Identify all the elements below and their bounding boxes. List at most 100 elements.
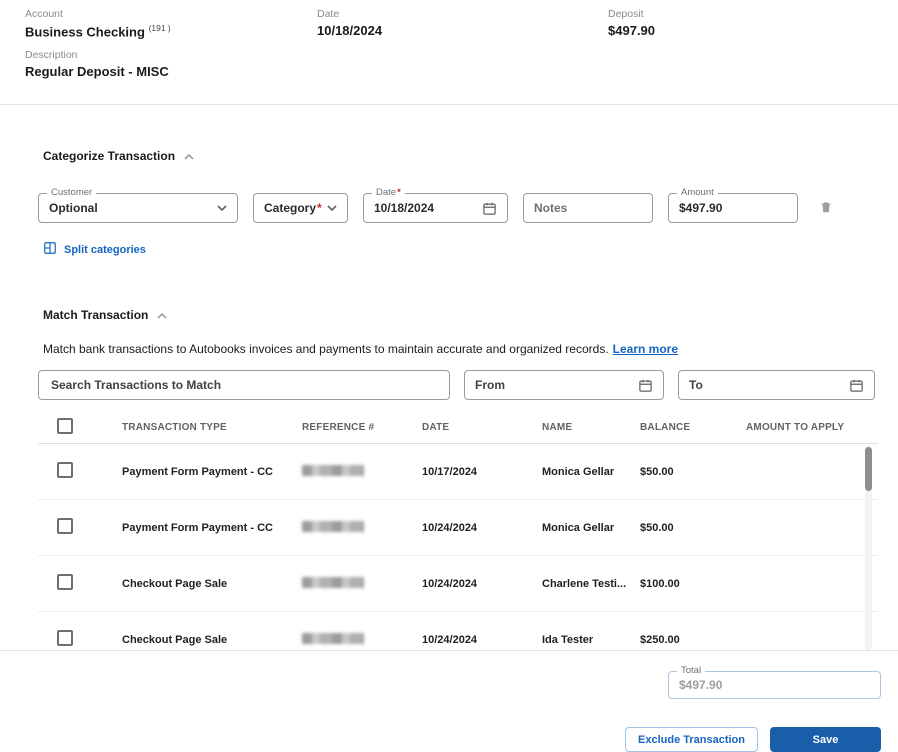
trash-icon xyxy=(819,199,833,218)
reference-cell xyxy=(302,521,422,535)
match-table-body: Payment Form Payment - CC 10/17/2024 Mon… xyxy=(38,444,878,650)
chevron-down-icon[interactable] xyxy=(327,205,337,211)
required-mark: * xyxy=(397,187,401,198)
categorize-form-row: Customer Optional Category* Date* 10/18/… xyxy=(38,193,875,223)
reference-cell xyxy=(302,577,422,591)
row-checkbox-cell xyxy=(57,574,122,593)
balance-cell: $50.00 xyxy=(640,522,746,534)
transaction-type-cell: Payment Form Payment - CC xyxy=(122,522,302,534)
split-categories-label: Split categories xyxy=(64,244,146,256)
scrollbar-thumb[interactable] xyxy=(865,447,872,491)
column-header: TRANSACTION TYPE xyxy=(122,422,302,433)
amount-field-label: Amount xyxy=(677,187,718,198)
notes-input[interactable] xyxy=(524,194,652,222)
row-checkbox[interactable] xyxy=(57,630,73,646)
deposit-label: Deposit xyxy=(608,8,873,20)
column-header: DATE xyxy=(422,422,542,433)
categorize-date-input[interactable]: Date* 10/18/2024 xyxy=(363,193,508,223)
balance-cell: $250.00 xyxy=(640,634,746,646)
description-label: Description xyxy=(25,49,873,61)
to-date-input[interactable] xyxy=(678,370,875,400)
calendar-icon[interactable] xyxy=(638,378,653,393)
date-cell: 10/24/2024 xyxy=(422,578,542,590)
balance-cell: $50.00 xyxy=(640,466,746,478)
amount-field-value: $497.90 xyxy=(679,201,722,215)
account-number-suffix: (191 ) xyxy=(149,23,171,33)
name-cell: Monica Gellar xyxy=(542,466,640,478)
match-section-header[interactable]: Match Transaction xyxy=(43,306,875,324)
total-row: Total $497.90 xyxy=(0,671,898,699)
from-input[interactable] xyxy=(475,371,638,399)
customer-select[interactable]: Customer Optional xyxy=(38,193,238,223)
table-scrollbar[interactable] xyxy=(865,445,872,650)
account-value: Business Checking (191 ) xyxy=(25,23,317,39)
match-table: TRANSACTION TYPEREFERENCE #DATENAMEBALAN… xyxy=(38,412,878,650)
table-row: Payment Form Payment - CC 10/17/2024 Mon… xyxy=(38,444,878,500)
from-date-input[interactable] xyxy=(464,370,664,400)
select-all-checkbox[interactable] xyxy=(57,418,73,434)
name-cell: Charlene Testi... xyxy=(542,578,640,590)
name-cell: Ida Tester xyxy=(542,634,640,646)
date-field-value: 10/18/2024 xyxy=(374,201,434,215)
date-cell: 10/24/2024 xyxy=(422,522,542,534)
categorize-section-header[interactable]: Categorize Transaction xyxy=(43,147,875,165)
search-transactions-input[interactable] xyxy=(38,370,450,400)
amount-field[interactable]: Amount $497.90 xyxy=(668,193,798,223)
chevron-up-icon[interactable] xyxy=(184,147,194,165)
notes-field xyxy=(523,193,653,223)
account-label: Account xyxy=(25,8,317,20)
date-field-label: Date* xyxy=(372,187,405,198)
date-block: Date 10/18/2024 xyxy=(317,8,608,39)
chevron-up-icon[interactable] xyxy=(157,306,167,324)
date-cell: 10/24/2024 xyxy=(422,634,542,646)
learn-more-link[interactable]: Learn more xyxy=(613,342,678,356)
description-value: Regular Deposit - MISC xyxy=(25,64,873,79)
column-header: REFERENCE # xyxy=(302,422,422,433)
account-block: Account Business Checking (191 ) xyxy=(25,8,317,39)
select-all-cell xyxy=(57,418,122,437)
match-search-row xyxy=(38,370,875,400)
reference-cell xyxy=(302,633,422,647)
date-value: 10/18/2024 xyxy=(317,23,608,38)
to-input[interactable] xyxy=(689,371,849,399)
required-mark: * xyxy=(317,201,322,215)
categorize-transaction-section: Categorize Transaction Customer Optional… xyxy=(0,147,898,260)
chevron-down-icon[interactable] xyxy=(217,205,227,211)
match-table-header-row: TRANSACTION TYPEREFERENCE #DATENAMEBALAN… xyxy=(38,412,878,444)
transaction-type-cell: Payment Form Payment - CC xyxy=(122,466,302,478)
total-field: Total $497.90 xyxy=(668,671,881,699)
total-field-label: Total xyxy=(677,665,705,676)
table-row: Payment Form Payment - CC 10/24/2024 Mon… xyxy=(38,500,878,556)
description-block: Description Regular Deposit - MISC xyxy=(0,39,898,79)
split-categories-icon xyxy=(43,241,57,258)
transaction-summary: Account Business Checking (191 ) Date 10… xyxy=(0,0,898,39)
match-section-title: Match Transaction xyxy=(43,308,148,322)
calendar-icon[interactable] xyxy=(849,378,864,393)
split-categories-button[interactable]: Split categories xyxy=(43,241,146,258)
row-checkbox-cell xyxy=(57,462,122,481)
match-transaction-section: Match Transaction Match bank transaction… xyxy=(0,306,898,650)
customer-field-value: Optional xyxy=(49,201,98,215)
redacted-reference xyxy=(302,465,364,476)
deposit-block: Deposit $497.90 xyxy=(608,8,873,39)
redacted-reference xyxy=(302,577,364,588)
deposit-value: $497.90 xyxy=(608,23,873,38)
row-checkbox[interactable] xyxy=(57,462,73,478)
redacted-reference xyxy=(302,521,364,532)
row-checkbox-cell xyxy=(57,630,122,649)
categorize-section-title: Categorize Transaction xyxy=(43,149,175,163)
table-row: Checkout Page Sale 10/24/2024 Ida Tester… xyxy=(38,612,878,650)
transaction-type-cell: Checkout Page Sale xyxy=(122,634,302,646)
divider xyxy=(0,104,898,105)
reference-cell xyxy=(302,465,422,479)
total-field-value: $497.90 xyxy=(679,678,722,692)
category-select[interactable]: Category* xyxy=(253,193,348,223)
row-checkbox[interactable] xyxy=(57,574,73,590)
category-field-label: Category* xyxy=(264,201,322,215)
table-row: Checkout Page Sale 10/24/2024 Charlene T… xyxy=(38,556,878,612)
row-checkbox[interactable] xyxy=(57,518,73,534)
redacted-reference xyxy=(302,633,364,644)
calendar-icon[interactable] xyxy=(482,201,497,216)
transaction-detail-page: Account Business Checking (191 ) Date 10… xyxy=(0,0,898,740)
delete-category-row-button[interactable] xyxy=(819,199,833,218)
